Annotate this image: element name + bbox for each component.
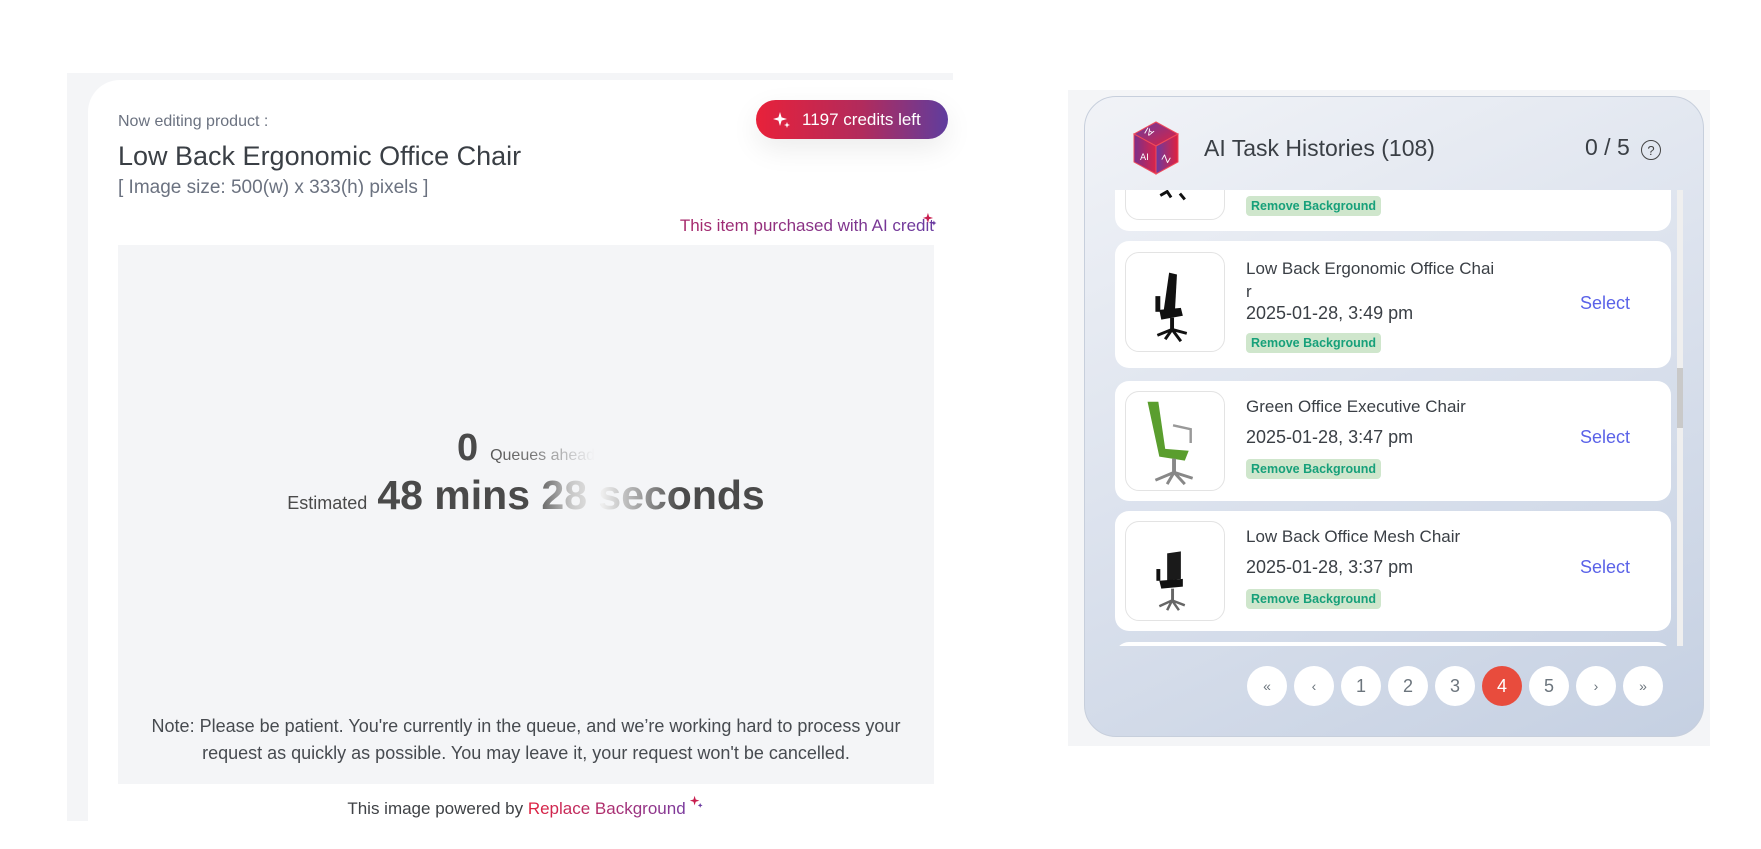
page-last-button[interactable]: »	[1623, 666, 1663, 706]
task-type-badge: Remove Background	[1246, 459, 1382, 479]
help-icon[interactable]: ?	[1641, 140, 1661, 160]
item-date: 2025-01-28, 3:37 pm	[1246, 557, 1414, 577]
select-button[interactable]: Select	[1580, 557, 1630, 578]
estimated-label: Estimated	[287, 493, 368, 513]
history-title: AI Task Histories (108)	[1204, 135, 1435, 161]
page-first-button[interactable]: «	[1247, 666, 1287, 706]
editing-label: Now editing product :	[118, 113, 269, 130]
powered-by-label: This image powered by	[347, 799, 524, 818]
queue-count-label: Queues ahead	[490, 447, 596, 464]
pagination: « ‹ 1 2 3 4 5 › »	[1247, 666, 1663, 706]
list-item: Remove Background	[1115, 190, 1671, 231]
task-type-badge: Remove Background	[1246, 196, 1382, 216]
ai-credit-note: This item purchased with AI credit	[679, 216, 934, 235]
select-button[interactable]: Select	[1580, 293, 1630, 314]
estimated-time: 48 mins 28 seconds	[377, 472, 765, 518]
sparkle-icon	[773, 111, 790, 128]
page-4-button[interactable]: 4	[1482, 666, 1522, 706]
page-5-button[interactable]: 5	[1529, 666, 1569, 706]
item-date: 2025-01-28, 3:47 pm	[1246, 427, 1414, 447]
item-name: Low Back Ergonomic Office Chair	[1246, 259, 1495, 301]
page-2-button[interactable]: 2	[1388, 666, 1428, 706]
product-thumbnail	[1125, 252, 1225, 352]
chair-image	[1159, 190, 1186, 201]
task-type-badge: Remove Background	[1246, 589, 1382, 609]
item-date: 2025-01-28, 3:49 pm	[1246, 303, 1414, 323]
image-size-info: [ Image size: 500(w) x 333(h) pixels ]	[118, 177, 429, 198]
scrollbar-thumb[interactable]	[1677, 368, 1683, 428]
page-next-button[interactable]: ›	[1576, 666, 1616, 706]
product-thumbnail	[1125, 391, 1225, 491]
page-3-button[interactable]: 3	[1435, 666, 1475, 706]
product-thumbnail	[1125, 521, 1225, 621]
ai-cube-logo-icon: AI AI Z	[1132, 121, 1180, 175]
list-item: Low Back Office Mesh Chair 2025-01-28, 3…	[1115, 511, 1671, 631]
product-thumbnail	[1125, 190, 1225, 220]
item-name: Green Office Executive Chair	[1246, 397, 1466, 416]
queue-count: 0	[456, 427, 479, 469]
chair-image	[1155, 272, 1188, 343]
product-title: Low Back Ergonomic Office Chair	[118, 141, 522, 171]
queue-note: Note: Please be patient. You're currentl…	[151, 716, 901, 763]
history-list[interactable]: Remove Background Low Back Ergonomic Off…	[1115, 190, 1687, 646]
task-quota: 0 / 5	[1585, 134, 1630, 160]
chair-image	[1156, 551, 1186, 611]
list-item	[1115, 642, 1671, 646]
page-1-button[interactable]: 1	[1341, 666, 1381, 706]
list-item: Low Back Ergonomic Office Chair 2025-01-…	[1115, 241, 1671, 368]
item-name: Low Back Office Mesh Chair	[1246, 527, 1461, 546]
history-scrollbar[interactable]	[1677, 190, 1683, 646]
credits-badge-label: 1197 credits left	[802, 109, 921, 129]
chair-image	[1147, 401, 1194, 486]
powered-by-footer: This image powered by Replace Background	[118, 795, 934, 819]
page-prev-button[interactable]: ‹	[1294, 666, 1334, 706]
sparkle-icon	[689, 795, 703, 808]
replace-background-link[interactable]: Replace Background	[528, 799, 686, 818]
credits-badge[interactable]: 1197 credits left	[756, 100, 948, 139]
select-button[interactable]: Select	[1580, 427, 1630, 448]
sparkle-icon	[922, 212, 937, 226]
queue-status-area: 0 Queues ahead Estimated 48 mins 28 seco…	[118, 245, 934, 784]
svg-text:AI: AI	[1140, 153, 1149, 163]
list-item: Green Office Executive Chair 2025-01-28,…	[1115, 381, 1671, 501]
task-type-badge: Remove Background	[1246, 333, 1382, 353]
